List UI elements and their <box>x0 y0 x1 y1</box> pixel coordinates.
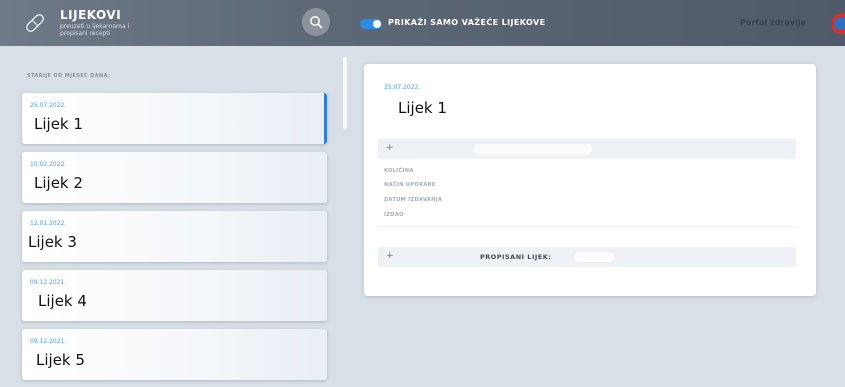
list-item-name: Lijek 3 <box>28 233 77 251</box>
search-icon <box>310 16 323 29</box>
prescribed-label: PROPISANI LIJEK: <box>480 253 552 261</box>
expand-icon: + <box>386 143 394 153</box>
list-item[interactable]: 25.07.2022. Lijek 1 <box>22 93 327 144</box>
app-title: LIJEKOVI <box>60 8 122 22</box>
app-subtitle: preuzeti u ljekarnama i propisani recept… <box>60 23 130 37</box>
detail-panel: 25.07.2022. Lijek 1 + KOLIČINA NAČIN UPO… <box>364 64 816 296</box>
app-header: LIJEKOVI preuzeti u ljekarnama i propisa… <box>0 0 845 46</box>
detail-date: 25.07.2022. <box>384 84 421 91</box>
list-item-name: Lijek 5 <box>36 351 85 369</box>
list-item[interactable]: 10.02.2022. Lijek 2 <box>22 152 327 203</box>
list-item-date: 09.12.2021. <box>30 338 67 345</box>
valid-only-toggle[interactable] <box>360 19 382 29</box>
list-item[interactable]: 09.12.2021. Lijek 5 <box>22 329 327 380</box>
pill-icon <box>26 14 44 32</box>
field-label-quantity: KOLIČINA <box>384 168 414 174</box>
list-item-name: Lijek 1 <box>34 115 83 133</box>
prescribed-expand-row[interactable]: + PROPISANI LIJEK: <box>378 247 796 267</box>
list-item[interactable]: 09.12.2021. Lijek 4 <box>22 270 327 321</box>
expand-icon: + <box>386 251 394 261</box>
redacted-value <box>474 144 592 154</box>
divider <box>378 226 796 227</box>
list-item-date: 09.12.2021. <box>30 279 67 286</box>
toggle-knob <box>373 20 381 28</box>
detail-expand-row[interactable]: + <box>378 139 796 159</box>
list-heading: STARIJE OD MJESEC DANA: <box>27 73 111 79</box>
valid-only-toggle-label[interactable]: PRIKAŽI SAMO VAŽEĆE LIJEKOVE <box>388 18 545 27</box>
redacted-value <box>574 252 614 262</box>
portal-logo-icon <box>831 14 845 34</box>
field-label-issued-by: IZDAO <box>384 212 404 218</box>
field-label-issue-date: DATUM IZDAVANJA <box>384 197 443 203</box>
search-button[interactable] <box>302 8 330 36</box>
detail-name: Lijek 1 <box>398 99 447 117</box>
list-item-date: 10.02.2022. <box>30 161 67 168</box>
list-item-name: Lijek 2 <box>34 174 83 192</box>
list-item-date: 25.07.2022. <box>30 102 67 109</box>
field-label-usage: NAČIN UPORABE <box>384 182 436 188</box>
portal-link[interactable]: Portal zdravlja <box>740 18 806 27</box>
list-item-name: Lijek 4 <box>38 292 87 310</box>
list-item-date: 12.01.2022. <box>30 220 67 227</box>
list-scrollbar[interactable] <box>343 57 347 129</box>
list-item[interactable]: 12.01.2022. Lijek 3 <box>22 211 327 262</box>
